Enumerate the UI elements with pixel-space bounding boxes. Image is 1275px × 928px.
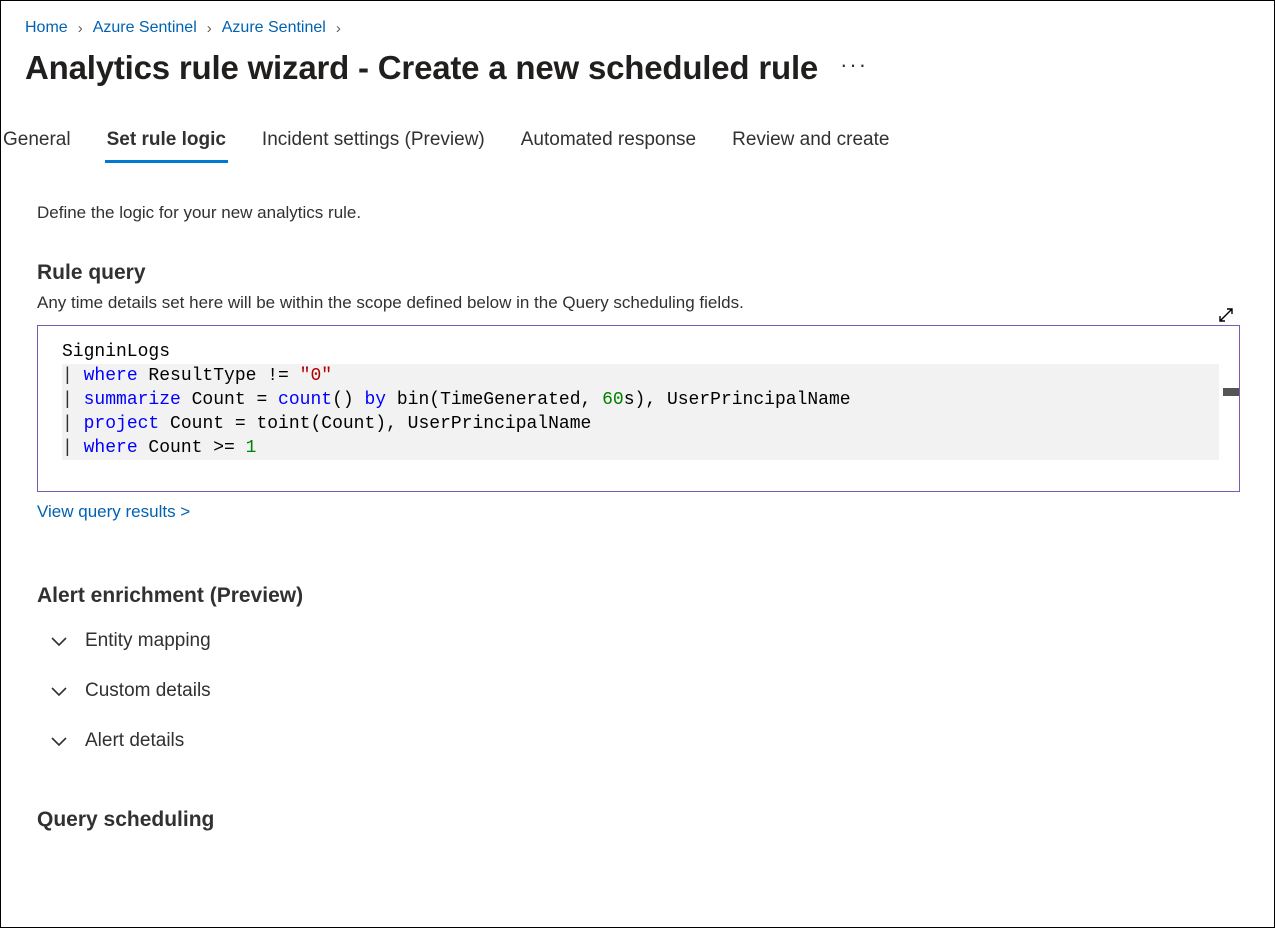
code-token: count <box>278 390 332 410</box>
chevron-down-icon <box>51 735 67 747</box>
code-token: Count >= <box>138 438 246 458</box>
code-token: () <box>332 390 364 410</box>
collapsible-custom-details[interactable]: Custom details <box>37 666 1240 716</box>
chevron-down-icon <box>51 635 67 647</box>
view-query-results-link[interactable]: View query results > <box>37 502 190 522</box>
tab-set-rule-logic[interactable]: Set rule logic <box>107 123 226 161</box>
tab-automated-response[interactable]: Automated response <box>521 123 696 161</box>
code-token: where <box>84 438 138 458</box>
intro-text: Define the logic for your new analytics … <box>37 203 1240 223</box>
chevron-down-icon <box>51 685 67 697</box>
query-editor-content: SigninLogs | where ResultType != "0" | s… <box>62 340 1219 460</box>
code-token: "0" <box>300 366 332 386</box>
code-token: SigninLogs <box>62 342 170 362</box>
collapsible-label: Custom details <box>85 680 211 702</box>
more-actions-button[interactable]: ··· <box>840 52 868 84</box>
query-editor[interactable]: SigninLogs | where ResultType != "0" | s… <box>37 325 1240 492</box>
tab-general[interactable]: General <box>3 123 71 161</box>
collapsible-entity-mapping[interactable]: Entity mapping <box>37 616 1240 666</box>
code-token: Count = <box>181 390 278 410</box>
page-title-row: Analytics rule wizard - Create a new sch… <box>1 43 1274 97</box>
code-token: bin(TimeGenerated, <box>386 390 602 410</box>
tab-incident-settings[interactable]: Incident settings (Preview) <box>262 123 485 161</box>
chevron-right-icon: › <box>207 20 212 37</box>
scrollbar-thumb[interactable] <box>1223 388 1239 396</box>
query-scheduling-heading: Query scheduling <box>37 808 1240 832</box>
breadcrumb-home[interactable]: Home <box>25 19 68 37</box>
breadcrumb: Home › Azure Sentinel › Azure Sentinel › <box>1 1 1274 43</box>
code-token: 60 <box>602 390 624 410</box>
rule-query-subtext: Any time details set here will be within… <box>37 293 1240 313</box>
code-token: project <box>84 414 160 434</box>
breadcrumb-azure-sentinel-2[interactable]: Azure Sentinel <box>222 19 326 37</box>
collapsible-alert-details[interactable]: Alert details <box>37 716 1240 766</box>
code-token: s), UserPrincipalName <box>624 390 851 410</box>
tabs: General Set rule logic Incident settings… <box>1 97 1274 161</box>
chevron-right-icon: › <box>78 20 83 37</box>
alert-enrichment-heading: Alert enrichment (Preview) <box>37 584 1240 608</box>
collapsible-label: Alert details <box>85 730 184 752</box>
rule-query-section: Rule query Any time details set here wil… <box>37 261 1240 522</box>
code-token: ResultType != <box>138 366 300 386</box>
code-token: 1 <box>246 438 257 458</box>
query-scheduling-section: Query scheduling <box>37 808 1240 832</box>
code-token: where <box>84 366 138 386</box>
breadcrumb-azure-sentinel-1[interactable]: Azure Sentinel <box>93 19 197 37</box>
code-token: Count = toint(Count), UserPrincipalName <box>159 414 591 434</box>
alert-enrichment-section: Alert enrichment (Preview) Entity mappin… <box>37 584 1240 766</box>
chevron-right-icon: › <box>336 20 341 37</box>
code-token: summarize <box>84 390 181 410</box>
tab-content: Define the logic for your new analytics … <box>1 161 1274 832</box>
tab-review-create[interactable]: Review and create <box>732 123 889 161</box>
code-token: by <box>364 390 386 410</box>
page-title: Analytics rule wizard - Create a new sch… <box>25 49 818 87</box>
rule-query-heading: Rule query <box>37 261 1240 285</box>
collapsible-label: Entity mapping <box>85 630 211 652</box>
